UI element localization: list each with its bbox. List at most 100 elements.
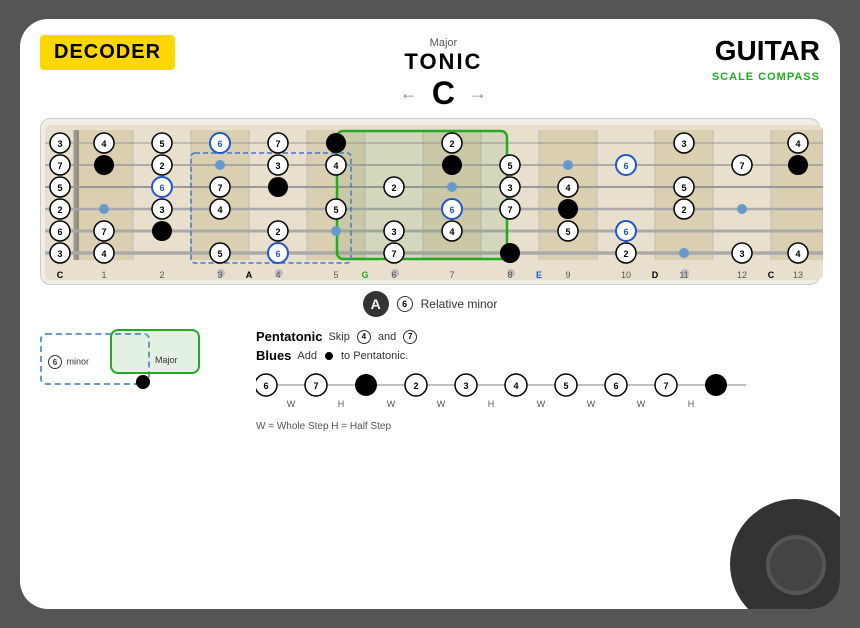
svg-text:5: 5: [57, 183, 62, 193]
svg-text:3: 3: [275, 161, 280, 171]
minor-label: 6 minor: [48, 355, 89, 369]
svg-text:7: 7: [663, 381, 668, 391]
svg-text:E: E: [536, 270, 542, 280]
svg-text:7: 7: [313, 381, 318, 391]
svg-text:4: 4: [513, 381, 518, 391]
pentatonic-row: Pentatonic Skip 4 and 7: [256, 329, 820, 344]
skip-circle-4: 4: [357, 330, 371, 344]
svg-text:4: 4: [101, 249, 106, 259]
svg-text:7: 7: [57, 161, 62, 171]
header: DECODER Major TONIC ← C → GUITAR SCALE C…: [40, 35, 820, 112]
svg-text:6: 6: [263, 381, 268, 391]
svg-text:2: 2: [413, 381, 418, 391]
svg-text:7: 7: [217, 183, 222, 193]
mini-green-shape: [110, 329, 200, 374]
svg-text:6: 6: [613, 381, 618, 391]
svg-text:W: W: [637, 399, 646, 409]
svg-text:W: W: [537, 399, 546, 409]
relative-minor-text: Relative minor: [421, 297, 498, 311]
svg-text:6: 6: [275, 249, 280, 259]
svg-text:5: 5: [333, 205, 338, 215]
major-label: Major: [155, 355, 178, 365]
svg-text:6: 6: [449, 205, 454, 215]
svg-text:4: 4: [449, 227, 454, 237]
right-arrow: →: [469, 83, 487, 104]
svg-text:W: W: [387, 399, 396, 409]
svg-text:5: 5: [507, 161, 512, 171]
svg-text:5: 5: [681, 183, 686, 193]
relative-minor-num: 6: [397, 296, 413, 312]
svg-text:2: 2: [623, 249, 628, 259]
svg-text:4: 4: [217, 205, 222, 215]
minor-text: minor: [67, 357, 90, 367]
bottom-section: 6 minor Major Pentatonic Skip 4 and 7 Bl…: [40, 325, 820, 432]
svg-text:7: 7: [101, 227, 106, 237]
svg-text:2: 2: [159, 161, 164, 171]
guitar-title: GUITAR SCALE COMPASS: [712, 35, 820, 85]
svg-text:W: W: [587, 399, 596, 409]
svg-text:W: W: [437, 399, 446, 409]
svg-text:6: 6: [217, 139, 222, 149]
left-arrow: ←: [400, 83, 418, 104]
svg-text:3: 3: [681, 139, 686, 149]
svg-text:3: 3: [507, 183, 512, 193]
svg-text:3: 3: [57, 139, 62, 149]
wh-legend: W = Whole Step H = Half Step: [256, 421, 820, 432]
svg-text:4: 4: [795, 139, 800, 149]
svg-text:3: 3: [739, 249, 744, 259]
svg-text:6: 6: [159, 183, 164, 193]
svg-text:4: 4: [101, 139, 106, 149]
scale-diagram: 6 7 2 3 4 5: [256, 367, 820, 432]
svg-text:3: 3: [463, 381, 468, 391]
relative-minor-row: A 6 Relative minor: [40, 291, 820, 317]
mini-dot: [136, 375, 150, 389]
svg-text:7: 7: [391, 249, 396, 259]
svg-text:2: 2: [159, 270, 164, 280]
svg-text:4: 4: [565, 183, 570, 193]
svg-text:D: D: [652, 270, 659, 280]
svg-text:C: C: [57, 270, 64, 280]
skip-circle-7: 7: [403, 330, 417, 344]
svg-text:H: H: [688, 399, 695, 409]
svg-text:10: 10: [621, 270, 631, 280]
decoder-badge: DECODER: [40, 35, 175, 70]
blues-desc: Add: [297, 350, 317, 362]
svg-text:3: 3: [159, 205, 164, 215]
tonic-small-label: Major: [400, 37, 487, 49]
relative-minor-circle: A: [363, 291, 389, 317]
corner-decoration: [766, 535, 826, 595]
tonic-big-label: TONIC: [404, 49, 482, 74]
blues-row: Blues Add to Pentatonic.: [256, 348, 820, 363]
blues-name: Blues: [256, 348, 291, 363]
fretboard-svg: 3 4 5 6 7 2 3: [45, 125, 823, 280]
svg-text:2: 2: [391, 183, 396, 193]
svg-text:9: 9: [565, 270, 570, 280]
svg-text:7: 7: [449, 270, 454, 280]
scale-info: Pentatonic Skip 4 and 7 Blues Add to Pen…: [256, 325, 820, 432]
fretboard-wrapper: 3 4 5 6 7 2 3: [40, 118, 820, 285]
main-card: DECODER Major TONIC ← C → GUITAR SCALE C…: [20, 19, 840, 609]
svg-text:2: 2: [449, 139, 454, 149]
svg-text:6: 6: [623, 161, 628, 171]
svg-text:6: 6: [391, 270, 396, 280]
tonic-note: ← C →: [400, 75, 487, 112]
svg-text:7: 7: [507, 205, 512, 215]
tonic-note-letter: C: [432, 75, 455, 112]
svg-text:6: 6: [57, 227, 62, 237]
tonic-section: Major TONIC ← C →: [400, 37, 487, 112]
svg-text:5: 5: [217, 249, 222, 259]
pentatonic-and: and: [378, 331, 396, 343]
svg-text:W: W: [287, 399, 296, 409]
svg-text:7: 7: [275, 139, 280, 149]
pentatonic-desc: Skip: [328, 331, 349, 343]
svg-text:3: 3: [57, 249, 62, 259]
svg-text:2: 2: [681, 205, 686, 215]
blues-to: to Pentatonic.: [341, 350, 408, 362]
svg-text:11: 11: [679, 270, 688, 280]
svg-text:A: A: [246, 270, 253, 280]
svg-text:H: H: [488, 399, 495, 409]
svg-text:7: 7: [739, 161, 744, 171]
svg-text:1: 1: [101, 270, 106, 280]
svg-text:2: 2: [275, 227, 280, 237]
scale-compass-label: SCALE COMPASS: [712, 71, 820, 83]
